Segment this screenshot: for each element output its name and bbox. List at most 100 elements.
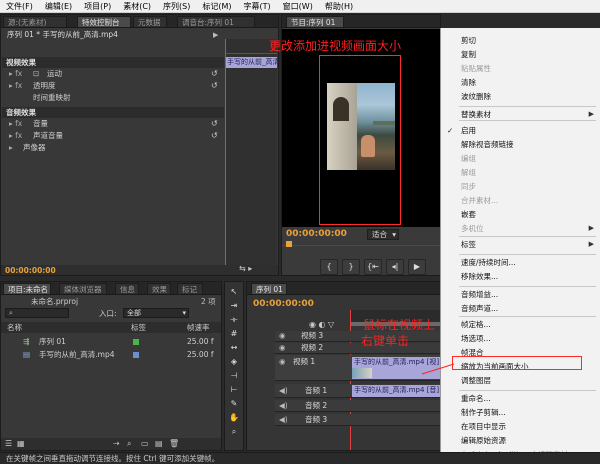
- tab-program[interactable]: 节目:序列 01: [286, 16, 344, 27]
- tab-markers[interactable]: 标记: [177, 283, 203, 294]
- context-menu-item[interactable]: 编辑原始资源: [461, 436, 506, 446]
- pen-tool-icon[interactable]: ✎: [228, 398, 240, 410]
- selection-tool-icon[interactable]: ↖: [228, 286, 240, 298]
- program-timecode[interactable]: 00:00:00:00: [286, 229, 347, 239]
- effect-controls-timecode[interactable]: 00:00:00:00: [5, 266, 56, 275]
- speaker-icon[interactable]: ◀): [279, 386, 288, 396]
- context-menu-item[interactable]: 音频声道...: [461, 304, 498, 314]
- context-menu-item[interactable]: 重命名...: [461, 394, 491, 404]
- track-select-tool-icon[interactable]: ⇥: [228, 300, 240, 312]
- context-menu-item[interactable]: 替换素材: [461, 110, 491, 120]
- column-frame-rate[interactable]: 帧速率: [187, 323, 210, 333]
- effect-opacity[interactable]: 透明度: [33, 81, 56, 91]
- program-viewer[interactable]: [282, 29, 440, 227]
- collapse-arrow-icon[interactable]: ▶: [213, 31, 218, 39]
- eye-icon[interactable]: ◉: [279, 343, 286, 353]
- volume-toggle-icon[interactable]: ▸ fx: [9, 119, 22, 129]
- mark-in-button[interactable]: {: [320, 259, 338, 275]
- automate-icon[interactable]: ⇢: [113, 438, 120, 450]
- tab-info[interactable]: 信息: [115, 283, 139, 294]
- context-menu-item[interactable]: 移除效果...: [461, 272, 498, 282]
- effect-channel-volume[interactable]: 声道音量: [33, 131, 63, 141]
- motion-toggle-icon[interactable]: ▸ fx: [9, 69, 22, 79]
- hand-tool-icon[interactable]: ✋: [228, 412, 240, 424]
- play-button[interactable]: ▶: [408, 259, 426, 275]
- rate-stretch-tool-icon[interactable]: ↔: [228, 342, 240, 354]
- menu-help[interactable]: 帮助(H): [319, 0, 359, 13]
- rolling-edit-tool-icon[interactable]: #: [228, 328, 240, 340]
- speaker-icon[interactable]: ◀): [279, 401, 288, 411]
- menu-project[interactable]: 项目(P): [78, 0, 117, 13]
- project-row-sequence[interactable]: ⇶ 序列 01 25.00 f: [1, 336, 221, 348]
- reset-icon[interactable]: ↺: [211, 119, 218, 128]
- new-bin-icon[interactable]: ▭: [141, 438, 149, 450]
- context-menu-item[interactable]: 制作子剪辑...: [461, 408, 506, 418]
- context-menu-item[interactable]: 场选项...: [461, 334, 491, 344]
- snap-icon[interactable]: ◉ ◐ ▽: [309, 320, 334, 329]
- context-menu-item[interactable]: 启用: [461, 126, 476, 136]
- context-menu-item[interactable]: 标签: [461, 240, 476, 250]
- tab-effect-controls[interactable]: 特效控制台: [77, 16, 131, 27]
- clear-icon[interactable]: 🗑: [169, 438, 179, 450]
- find-icon[interactable]: ⌕: [127, 438, 131, 450]
- tab-project[interactable]: 项目:未命名: [3, 283, 51, 294]
- context-menu-item[interactable]: 速度/持续时间...: [461, 258, 516, 268]
- menu-title[interactable]: 字幕(T): [238, 0, 277, 13]
- menu-file[interactable]: 文件(F): [0, 0, 39, 13]
- zoom-fit-select[interactable]: 适合 ▾: [367, 229, 399, 240]
- reset-icon[interactable]: ↺: [211, 131, 218, 140]
- context-menu-item[interactable]: 解除视音频链接: [461, 140, 514, 150]
- context-menu-item[interactable]: 调整图层: [461, 376, 491, 386]
- panner-toggle-icon[interactable]: ▸: [9, 143, 13, 153]
- ripple-edit-tool-icon[interactable]: ⟛: [228, 314, 240, 326]
- context-menu-item[interactable]: 清除: [461, 78, 476, 88]
- effect-playhead[interactable]: [225, 39, 226, 275]
- context-menu-item[interactable]: 复制: [461, 50, 476, 60]
- effect-volume[interactable]: 音量: [33, 119, 48, 129]
- track-video-2[interactable]: 视频 2 ◉: [275, 343, 440, 354]
- razor-tool-icon[interactable]: ◈: [228, 356, 240, 368]
- effect-panner[interactable]: 声像器: [23, 143, 46, 153]
- eye-icon[interactable]: ◉: [279, 331, 286, 341]
- icon-view-icon[interactable]: ▦: [17, 438, 25, 450]
- menu-edit[interactable]: 编辑(E): [39, 0, 78, 13]
- channel-volume-toggle-icon[interactable]: ▸ fx: [9, 131, 22, 141]
- context-menu-item[interactable]: 音频增益...: [461, 290, 498, 300]
- eye-icon[interactable]: ◉: [279, 357, 286, 367]
- column-label[interactable]: 标签: [131, 323, 146, 333]
- effect-time-remap[interactable]: 时间重映射: [33, 93, 71, 103]
- speaker-icon[interactable]: ◀): [279, 415, 288, 425]
- slip-tool-icon[interactable]: ⊣: [228, 370, 240, 382]
- context-menu-item[interactable]: 帧定格...: [461, 320, 491, 330]
- track-audio-3[interactable]: ◀) 音频 3: [275, 414, 440, 426]
- menu-window[interactable]: 窗口(W): [277, 0, 319, 13]
- slide-tool-icon[interactable]: ⊢: [228, 384, 240, 396]
- context-menu-item[interactable]: 波纹删除: [461, 92, 491, 102]
- reset-icon[interactable]: ↺: [211, 81, 218, 90]
- in-point-select[interactable]: 全部 ▾: [123, 308, 189, 318]
- tab-effects[interactable]: 效果: [147, 283, 171, 294]
- context-menu-item[interactable]: 在项目中显示: [461, 422, 506, 432]
- monitor-playhead-icon[interactable]: [286, 241, 292, 247]
- tab-media-browser[interactable]: 媒体浏览器: [59, 283, 107, 294]
- new-item-icon[interactable]: ▤: [155, 438, 163, 450]
- zoom-tool-icon[interactable]: ⌕: [228, 426, 240, 438]
- context-menu-item[interactable]: 剪切: [461, 36, 476, 46]
- timeline-audio-clip[interactable]: 手写的从前_高清.mp4 [音]: [352, 385, 440, 397]
- opacity-toggle-icon[interactable]: ▸ fx: [9, 81, 22, 91]
- tab-sequence-01[interactable]: 序列 01: [251, 283, 287, 294]
- column-name[interactable]: 名称: [7, 323, 22, 333]
- context-menu-item[interactable]: 嵌套: [461, 210, 476, 220]
- reset-icon[interactable]: ↺: [211, 69, 218, 78]
- project-search-input[interactable]: ⌕: [5, 308, 69, 318]
- effect-timeline-area[interactable]: [225, 39, 277, 275]
- step-back-button[interactable]: ◂|: [386, 259, 404, 275]
- track-video-3[interactable]: 视频 3 ◉: [275, 331, 440, 342]
- effect-motion[interactable]: 运动: [47, 69, 62, 79]
- menu-marker[interactable]: 标记(M): [196, 0, 237, 13]
- track-audio-2[interactable]: ◀) 音频 2: [275, 400, 440, 412]
- tab-metadata[interactable]: 元数据: [133, 16, 167, 27]
- project-row-clip[interactable]: ▤ 手写的从前_高清.mp4 25.00 f: [1, 349, 221, 361]
- list-view-icon[interactable]: ☰: [5, 438, 12, 450]
- go-to-in-button[interactable]: {⇤: [364, 259, 382, 275]
